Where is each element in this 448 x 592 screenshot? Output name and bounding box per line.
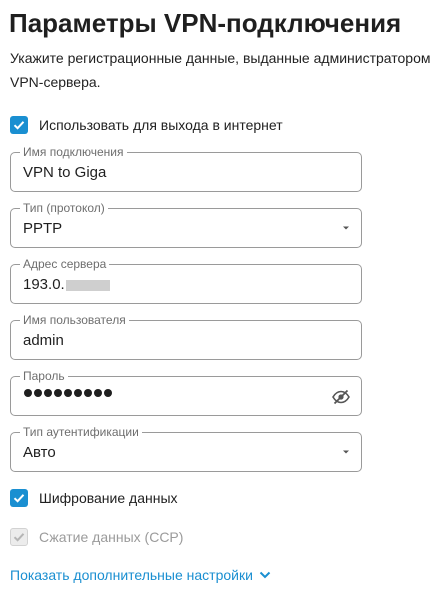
data-encryption-checkbox[interactable]: Шифрование данных [10,487,178,509]
username-field[interactable]: Имя пользователя admin [10,313,362,360]
server-address-value-wrap: 193.0. [23,275,110,295]
data-encryption-label: Шифрование данных [39,490,178,506]
eye-off-icon[interactable] [331,387,351,407]
password-dot [54,389,62,397]
caret-down-icon [343,450,349,454]
password-field[interactable]: Пароль [10,369,362,416]
username-value: admin [23,332,64,349]
protocol-select[interactable]: Тип (протокол) PPTP [10,201,362,248]
server-address-field[interactable]: Адрес сервера 193.0. [10,257,362,304]
auth-type-label: Тип аутентификации [20,425,142,439]
show-more-settings-label: Показать дополнительные настройки [10,567,253,583]
caret-down-icon [343,226,349,230]
password-dot [34,389,42,397]
password-mask [24,389,112,397]
check-icon [10,489,28,507]
server-address-value: 193.0. [23,276,65,293]
data-compression-label: Сжатие данных (CCP) [39,529,184,545]
protocol-label: Тип (протокол) [20,201,108,215]
connection-name-label: Имя подключения [20,145,127,159]
check-icon [10,528,28,546]
page-description: Укажите регистрационные данные, выданные… [10,50,431,90]
connection-name-field[interactable]: Имя подключения VPN to Giga [10,145,362,192]
redacted-block [65,279,110,291]
check-icon [10,116,28,134]
data-compression-checkbox: Сжатие данных (CCP) [10,526,183,548]
page-title: Параметры VPN-подключения [9,8,402,38]
use-for-internet-label: Использовать для выхода в интернет [39,117,283,133]
protocol-value: PPTP [23,220,63,237]
password-dot [64,389,72,397]
chevron-down-icon [259,571,271,579]
show-more-settings-link[interactable]: Показать дополнительные настройки [10,565,271,585]
password-dot [84,389,92,397]
password-dot [24,389,32,397]
username-label: Имя пользователя [20,313,129,327]
auth-type-value: Авто [23,444,56,461]
connection-name-value: VPN to Giga [23,164,107,181]
server-address-label: Адрес сервера [20,257,110,271]
password-dot [94,389,102,397]
use-for-internet-checkbox[interactable]: Использовать для выхода в интернет [10,114,283,136]
password-label: Пароль [20,369,68,383]
password-dot [104,389,112,397]
password-dot [44,389,52,397]
password-dot [74,389,82,397]
auth-type-select[interactable]: Тип аутентификации Авто [10,425,362,472]
